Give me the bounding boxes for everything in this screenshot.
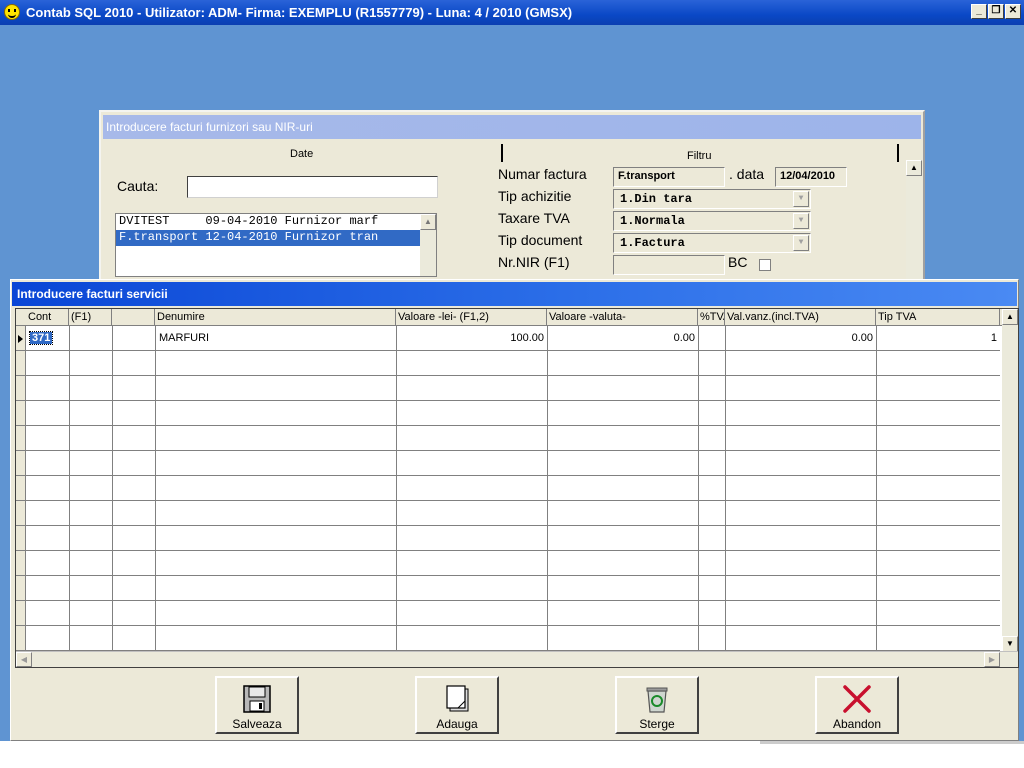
search-input[interactable] xyxy=(187,176,438,198)
col-header-valoare-lei[interactable]: Valoare -lei- (F1,2) xyxy=(396,309,547,326)
grid-vertical-scrollbar[interactable]: ▲ ▼ xyxy=(1002,309,1018,652)
nir-window-scrollbar[interactable]: ▲ xyxy=(906,160,922,280)
close-button[interactable]: ✕ xyxy=(1005,4,1021,19)
table-row[interactable] xyxy=(16,426,1000,451)
grid-header: Cont (F1) Denumire Valoare -lei- (F1,2) … xyxy=(16,309,1018,326)
cell-denumire[interactable]: MARFURI xyxy=(156,327,396,351)
table-row[interactable] xyxy=(16,351,1000,376)
scroll-left-icon[interactable]: ◀ xyxy=(16,652,32,667)
data-field[interactable]: 12/04/2010 xyxy=(775,167,847,187)
smiley-icon xyxy=(4,4,20,20)
chevron-down-icon[interactable]: ▼ xyxy=(793,191,809,207)
grid-horizontal-scrollbar[interactable]: ◀ ▶ xyxy=(16,651,1018,667)
services-window-title: Introducere facturi servicii xyxy=(12,282,1017,306)
tab-filtru[interactable]: Filtru xyxy=(687,150,711,162)
numar-factura-field[interactable]: F.transport xyxy=(613,167,725,187)
col-header-val-vanz[interactable]: Val.vanz.(incl.TVA) xyxy=(725,309,876,326)
add-button-label: Adauga xyxy=(436,717,478,731)
col-header-valoare-valuta[interactable]: Valoare -valuta- xyxy=(547,309,698,326)
tip-achizitie-value: 1.Din tara xyxy=(620,192,693,206)
services-grid[interactable]: Cont (F1) Denumire Valoare -lei- (F1,2) … xyxy=(15,308,1019,668)
table-row[interactable] xyxy=(16,526,1000,551)
add-button[interactable]: Adauga xyxy=(415,676,499,734)
col-header-blank[interactable] xyxy=(112,309,155,326)
floppy-disk-icon xyxy=(243,685,271,713)
scroll-right-icon[interactable]: ▶ xyxy=(984,652,1000,667)
tip-document-select[interactable]: 1.Factura ▼ xyxy=(613,233,811,253)
abandon-button[interactable]: Abandon xyxy=(815,676,899,734)
delete-button[interactable]: Sterge xyxy=(615,676,699,734)
col-header-denumire[interactable]: Denumire xyxy=(155,309,396,326)
table-row[interactable] xyxy=(16,476,1000,501)
invoice-list[interactable]: DVITEST 09-04-2010 Furnizor marf F.trans… xyxy=(115,213,437,277)
nir-window: Introducere facturi furnizori sau NIR-ur… xyxy=(99,110,925,285)
table-row[interactable] xyxy=(16,626,1000,651)
table-row[interactable] xyxy=(16,401,1000,426)
status-strip-shadow xyxy=(760,741,1024,744)
nr-nir-label: Nr.NIR (F1) xyxy=(498,254,570,270)
nir-window-title: Introducere facturi furnizori sau NIR-ur… xyxy=(103,115,921,139)
minimize-button[interactable]: _ xyxy=(971,4,987,19)
cell-f1[interactable] xyxy=(70,327,112,351)
cell-blank[interactable] xyxy=(113,327,155,351)
invoice-list-scrollbar[interactable]: ▲ xyxy=(420,214,436,276)
save-button-label: Salveaza xyxy=(232,717,282,731)
cell-cont[interactable]: 371 xyxy=(27,327,69,351)
search-label: Cauta: xyxy=(117,178,159,194)
restore-button[interactable]: ❐ xyxy=(988,4,1004,19)
taxare-tva-value: 1.Normala xyxy=(620,214,685,228)
data-label: . data xyxy=(729,166,765,182)
tip-achizitie-label: Tip achizitie xyxy=(498,188,572,204)
cell-valoare-valuta[interactable]: 0.00 xyxy=(548,327,698,351)
table-row[interactable] xyxy=(16,501,1000,526)
taxare-tva-label: Taxare TVA xyxy=(498,210,570,226)
col-header-tva[interactable]: %TVA xyxy=(698,309,725,326)
col-header-f1[interactable]: (F1) xyxy=(69,309,112,326)
tip-achizitie-select[interactable]: 1.Din tara ▼ xyxy=(613,189,811,209)
bc-label: BC xyxy=(728,254,748,270)
table-row[interactable] xyxy=(16,601,1000,626)
recycle-bin-icon xyxy=(646,687,668,713)
taxare-tva-select[interactable]: 1.Normala ▼ xyxy=(613,211,811,231)
chevron-down-icon[interactable]: ▼ xyxy=(793,235,809,251)
tab-date[interactable]: Date xyxy=(290,148,313,160)
bc-checkbox[interactable] xyxy=(759,259,771,271)
scroll-up-icon[interactable]: ▲ xyxy=(420,214,436,230)
col-header-tip-tva[interactable]: Tip TVA xyxy=(876,309,1000,326)
status-strip xyxy=(0,741,1024,768)
abandon-button-label: Abandon xyxy=(832,717,882,731)
scroll-down-icon[interactable]: ▼ xyxy=(1002,636,1018,652)
col-header-cont[interactable]: Cont xyxy=(26,309,69,326)
app-title: Contab SQL 2010 - Utilizator: ADM- Firma… xyxy=(26,5,573,20)
scroll-up-icon[interactable]: ▲ xyxy=(906,160,922,176)
table-row[interactable] xyxy=(16,551,1000,576)
tip-document-value: 1.Factura xyxy=(620,236,685,250)
cell-valoare-lei[interactable]: 100.00 xyxy=(397,327,547,351)
new-document-icon xyxy=(446,685,469,712)
red-x-icon xyxy=(843,685,871,713)
invoice-list-item[interactable]: DVITEST 09-04-2010 Furnizor marf xyxy=(116,214,436,230)
chevron-down-icon[interactable]: ▼ xyxy=(793,213,809,229)
cell-val-vanz[interactable]: 0.00 xyxy=(726,327,876,351)
numar-factura-label: Numar factura xyxy=(498,166,587,182)
cell-tva[interactable] xyxy=(699,327,725,351)
scroll-up-icon[interactable]: ▲ xyxy=(1002,309,1018,325)
tip-document-label: Tip document xyxy=(498,232,583,248)
app-title-bar: Contab SQL 2010 - Utilizator: ADM- Firma… xyxy=(0,0,1024,25)
table-row[interactable] xyxy=(16,376,1000,401)
cell-tip-tva[interactable]: 1 xyxy=(877,327,1000,351)
table-row[interactable] xyxy=(16,451,1000,476)
save-button[interactable]: Salveaza xyxy=(215,676,299,734)
delete-button-label: Sterge xyxy=(639,717,675,731)
table-row[interactable] xyxy=(16,576,1000,601)
invoice-list-item-selected[interactable]: F.transport 12-04-2010 Furnizor tran xyxy=(116,230,436,246)
nr-nir-field[interactable] xyxy=(613,255,725,275)
services-window: Introducere facturi servicii Cont (F1) D… xyxy=(10,279,1019,741)
